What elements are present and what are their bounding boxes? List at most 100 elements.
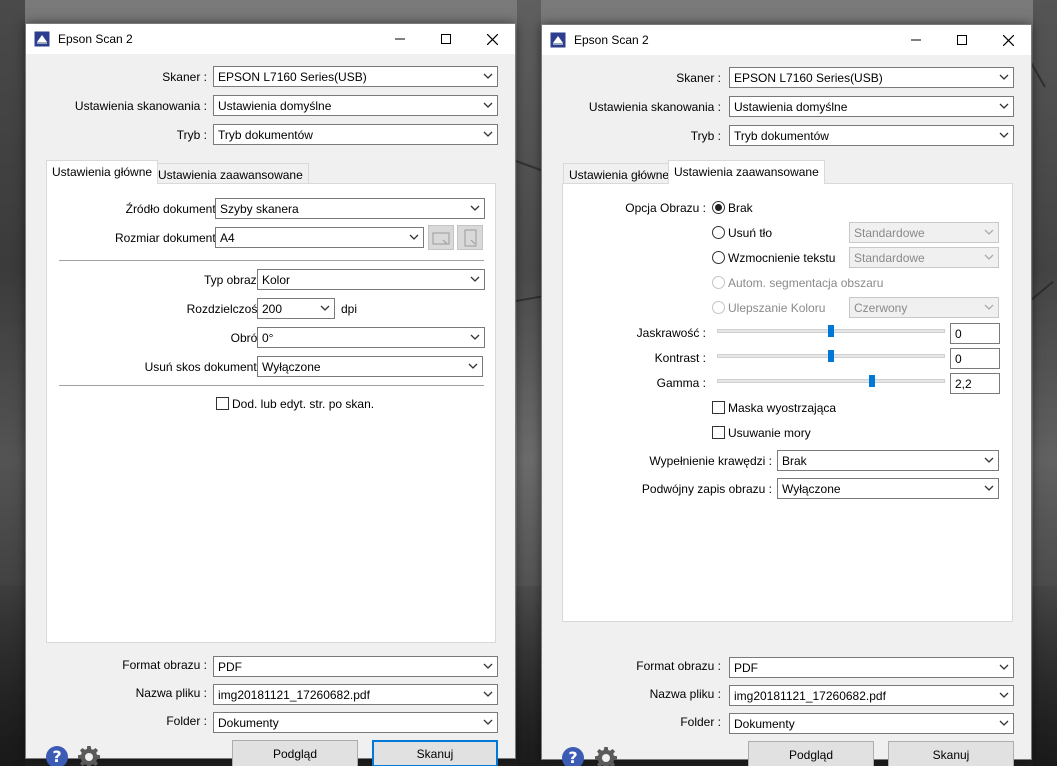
title-bar[interactable]: Epson Scan 2 bbox=[542, 25, 1031, 55]
chevron-down-icon bbox=[483, 131, 493, 137]
tab-ustawienia-glowne[interactable]: Ustawienia główne bbox=[46, 160, 159, 184]
close-button[interactable] bbox=[985, 25, 1031, 55]
scan-button[interactable]: Skanuj bbox=[372, 740, 498, 766]
ustawienia-select[interactable]: Ustawienia domyślne bbox=[213, 95, 498, 116]
tab-panel-advanced: Opcja Obrazu : Brak Usuń tło Standardowe… bbox=[562, 183, 1013, 622]
rozmiar-select[interactable]: A4 bbox=[215, 227, 424, 248]
usun-skos-select[interactable]: Wyłączone bbox=[257, 356, 483, 377]
minimize-button[interactable] bbox=[893, 25, 939, 55]
wzmocnienie-tekstu-radio[interactable] bbox=[712, 251, 725, 264]
skaner-select[interactable]: EPSON L7160 Series(USB) bbox=[213, 66, 498, 87]
tab-ustawienia-zaawansowane[interactable]: Ustawienia zaawansowane bbox=[668, 160, 825, 184]
rozmiar-value: A4 bbox=[220, 231, 235, 245]
tryb-value: Tryb dokumentów bbox=[218, 128, 313, 142]
autom-segmentacja-radio[interactable] bbox=[712, 276, 725, 289]
format-obrazu-select[interactable]: PDF bbox=[213, 656, 498, 677]
folder-value: Dokumenty bbox=[734, 717, 795, 731]
help-icon[interactable]: ? bbox=[46, 746, 68, 766]
podwojny-zapis-select[interactable]: Wyłączone bbox=[777, 478, 999, 499]
tab-panel-main: Źródło dokumentu : Szyby skanera Rozmiar… bbox=[46, 183, 496, 643]
skaner-value: EPSON L7160 Series(USB) bbox=[734, 71, 883, 85]
minimize-icon bbox=[911, 39, 921, 41]
gamma-input[interactable]: 2,2 bbox=[950, 373, 1000, 394]
opcja-obrazu-label: Opcja Obrazu : bbox=[625, 201, 706, 215]
gear-icon[interactable] bbox=[594, 746, 618, 766]
landscape-orientation-button[interactable] bbox=[428, 225, 454, 250]
preview-button[interactable]: Podgląd bbox=[232, 740, 358, 766]
close-icon bbox=[1002, 34, 1014, 46]
tab-ustawienia-zaawansowane[interactable]: Ustawienia zaawansowane bbox=[152, 163, 309, 184]
nazwa-pliku-value: img20181121_17260682.pdf bbox=[218, 688, 370, 702]
nazwa-pliku-value: img20181121_17260682.pdf bbox=[734, 689, 886, 703]
chevron-down-icon bbox=[984, 457, 994, 463]
chevron-down-icon bbox=[999, 74, 1009, 80]
tab-ustawienia-glowne[interactable]: Ustawienia główne bbox=[563, 163, 676, 184]
usun-tlo-value: Standardowe bbox=[854, 226, 925, 240]
title-bar[interactable]: Epson Scan 2 bbox=[26, 24, 515, 54]
skaner-select[interactable]: EPSON L7160 Series(USB) bbox=[729, 67, 1014, 88]
ustawienia-select[interactable]: Ustawienia domyślne bbox=[729, 96, 1014, 117]
rozdzielczosc-select[interactable]: 200 bbox=[257, 298, 335, 319]
window-client-area: Skaner : EPSON L7160 Series(USB) Ustawie… bbox=[26, 54, 515, 766]
chevron-down-icon bbox=[483, 691, 493, 697]
zrodlo-select[interactable]: Szyby skanera bbox=[215, 198, 485, 219]
close-icon bbox=[486, 33, 498, 45]
usun-tlo-radio[interactable] bbox=[712, 226, 725, 239]
ulepszanie-koloru-radio[interactable] bbox=[712, 301, 725, 314]
gamma-slider[interactable] bbox=[717, 379, 945, 383]
maximize-icon bbox=[441, 34, 451, 44]
folder-value: Dokumenty bbox=[218, 716, 279, 730]
close-button[interactable] bbox=[469, 24, 515, 54]
minimize-icon bbox=[395, 38, 405, 40]
maximize-button[interactable] bbox=[423, 24, 469, 54]
portrait-orientation-button[interactable] bbox=[457, 225, 483, 250]
chevron-down-icon bbox=[984, 485, 994, 491]
kontrast-slider-thumb[interactable] bbox=[828, 350, 834, 362]
chevron-down-icon bbox=[999, 692, 1009, 698]
nazwa-pliku-select[interactable]: img20181121_17260682.pdf bbox=[213, 684, 498, 705]
chevron-down-icon bbox=[999, 664, 1009, 670]
epson-scan-icon bbox=[550, 32, 566, 48]
gear-icon[interactable] bbox=[77, 745, 101, 766]
typ-obrazu-select[interactable]: Kolor bbox=[257, 269, 485, 290]
nazwa-pliku-select[interactable]: img20181121_17260682.pdf bbox=[729, 685, 1014, 706]
brak-radio[interactable] bbox=[712, 201, 725, 214]
usuwanie-mory-label: Usuwanie mory bbox=[728, 426, 811, 440]
usuwanie-mory-checkbox[interactable] bbox=[712, 426, 725, 439]
wzmocnienie-tekstu-value: Standardowe bbox=[854, 251, 925, 265]
rozdzielczosc-value: 200 bbox=[262, 302, 283, 316]
kontrast-input[interactable]: 0 bbox=[950, 348, 1000, 369]
wypelnienie-krawedzi-select[interactable]: Brak bbox=[777, 450, 999, 471]
maximize-button[interactable] bbox=[939, 25, 985, 55]
epson-scan-window-main: Epson Scan 2 Skaner : EPSON L7160 Series… bbox=[25, 23, 516, 766]
usun-tlo-select[interactable]: Standardowe bbox=[849, 222, 999, 243]
minimize-button[interactable] bbox=[377, 24, 423, 54]
jaskrawosc-input[interactable]: 0 bbox=[950, 323, 1000, 344]
folder-select[interactable]: Dokumenty bbox=[213, 712, 498, 733]
page-portrait-icon bbox=[464, 229, 477, 247]
obroc-select[interactable]: 0° bbox=[257, 327, 485, 348]
ustawienia-value: Ustawienia domyślne bbox=[218, 99, 332, 113]
dod-lub-edyt-checkbox[interactable] bbox=[216, 397, 229, 410]
window-client-area: Skaner : EPSON L7160 Series(USB) Ustawie… bbox=[542, 55, 1031, 766]
scan-button[interactable]: Skanuj bbox=[888, 741, 1014, 766]
tryb-select[interactable]: Tryb dokumentów bbox=[213, 124, 498, 145]
gamma-slider-thumb[interactable] bbox=[869, 375, 876, 387]
maska-wyostrzajaca-checkbox[interactable] bbox=[712, 401, 725, 414]
folder-select[interactable]: Dokumenty bbox=[729, 713, 1014, 734]
ulepszanie-koloru-select[interactable]: Czerwony bbox=[849, 297, 999, 318]
preview-button[interactable]: Podgląd bbox=[748, 741, 874, 766]
chevron-down-icon bbox=[483, 719, 493, 725]
skaner-value: EPSON L7160 Series(USB) bbox=[218, 70, 367, 84]
chevron-down-icon bbox=[999, 103, 1009, 109]
help-icon[interactable]: ? bbox=[562, 747, 584, 766]
chevron-down-icon bbox=[470, 334, 480, 340]
tryb-select[interactable]: Tryb dokumentów bbox=[729, 125, 1014, 146]
maska-wyostrzajaca-label: Maska wyostrzająca bbox=[728, 401, 837, 415]
wzmocnienie-tekstu-select[interactable]: Standardowe bbox=[849, 247, 999, 268]
jaskrawosc-slider-thumb[interactable] bbox=[828, 325, 834, 337]
chevron-down-icon bbox=[468, 363, 478, 369]
format-obrazu-select[interactable]: PDF bbox=[729, 657, 1014, 678]
usun-skos-value: Wyłączone bbox=[262, 360, 321, 374]
chevron-down-icon bbox=[999, 132, 1009, 138]
